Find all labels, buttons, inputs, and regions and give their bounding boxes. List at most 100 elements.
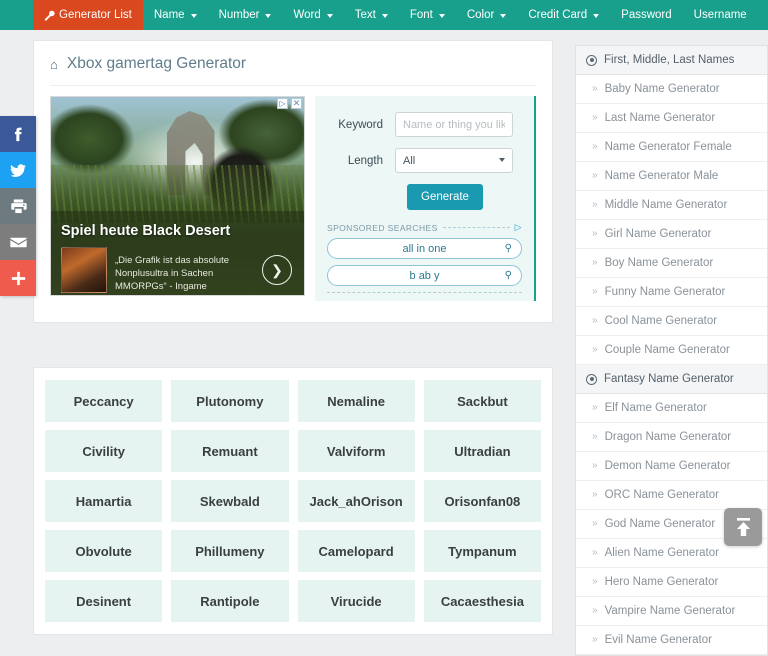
sponsored-divider	[442, 227, 510, 228]
nav-item-generator-list[interactable]: Generator List	[33, 0, 143, 30]
nav-item-username[interactable]: Username	[683, 0, 758, 30]
chevron-right-icon: »	[592, 431, 598, 442]
generate-button[interactable]: Generate	[407, 184, 483, 210]
nav-item-credit-card[interactable]: Credit Card	[517, 0, 610, 30]
result-tile[interactable]: Jack_ahOrison	[297, 480, 415, 522]
envelope-icon	[9, 237, 27, 247]
result-tile[interactable]: Plutonomy	[171, 380, 289, 422]
result-tile[interactable]: Virucide	[297, 580, 415, 622]
more-share-button[interactable]	[0, 260, 36, 296]
result-tile[interactable]: Obvolute	[45, 530, 163, 572]
result-tile[interactable]: Skewbald	[171, 480, 289, 522]
sidebar-item-label: Couple Name Generator	[604, 344, 730, 356]
scroll-to-top-button[interactable]	[724, 508, 762, 546]
print-button[interactable]	[0, 188, 36, 224]
sidebar-item-boy-name-generator[interactable]: » Boy Name Generator	[576, 249, 767, 278]
result-tile[interactable]: Hamartia	[45, 480, 163, 522]
generate-button-wrap: Generate	[327, 184, 522, 210]
sidebar-item-dragon-name-generator[interactable]: » Dragon Name Generator	[576, 423, 767, 452]
nav-item-label: Generator List	[59, 9, 132, 21]
sidebar-item-name-generator-male[interactable]: » Name Generator Male	[576, 162, 767, 191]
sidebar-item-evil-name-generator[interactable]: » Evil Name Generator	[576, 626, 767, 655]
sidebar-item-last-name-generator[interactable]: » Last Name Generator	[576, 104, 767, 133]
sidebar-item-hero-name-generator[interactable]: » Hero Name Generator	[576, 568, 767, 597]
nav-item-word[interactable]: Word	[282, 0, 343, 30]
adchoices-icon[interactable]: ▷	[277, 98, 288, 109]
nav-item-label: Credit Card	[528, 9, 588, 21]
sidebar-item-label: Cool Name Generator	[604, 315, 718, 327]
facebook-share-button[interactable]	[0, 116, 36, 152]
twitter-icon	[10, 163, 26, 177]
sidebar-item-label: Vampire Name Generator	[604, 605, 736, 617]
twitter-share-button[interactable]	[0, 152, 36, 188]
chevron-right-icon: »	[592, 170, 598, 181]
ad-headline: Spiel heute Black Desert	[61, 223, 231, 239]
sidebar-item-middle-name-generator[interactable]: » Middle Name Generator	[576, 191, 767, 220]
nav-item-text[interactable]: Text	[344, 0, 399, 30]
result-tile[interactable]: Sackbut	[423, 380, 541, 422]
result-tile[interactable]: Ultradian	[423, 430, 541, 472]
sidebar-item-couple-name-generator[interactable]: » Couple Name Generator	[576, 336, 767, 365]
nav-item-number[interactable]: Number	[208, 0, 283, 30]
keyword-field-row: Keyword	[327, 112, 522, 137]
chevron-right-icon: »	[592, 228, 598, 239]
sidebar-item-demon-name-generator[interactable]: » Demon Name Generator	[576, 452, 767, 481]
result-tile[interactable]: Rantipole	[171, 580, 289, 622]
sidebar-item-girl-name-generator[interactable]: » Girl Name Generator	[576, 220, 767, 249]
ad-and-form-row: ▷ ✕ Spiel heute Black Desert „Die Grafik…	[50, 86, 536, 301]
nav-item-font[interactable]: Font	[399, 0, 456, 30]
sidebar-item-label: Middle Name Generator	[604, 199, 728, 211]
sidebar-item-name-generator-female[interactable]: » Name Generator Female	[576, 133, 767, 162]
sponsored-search-item[interactable]: all in one ⚲	[327, 238, 522, 259]
result-tile[interactable]: Nemaline	[297, 380, 415, 422]
result-tile[interactable]: Civility	[45, 430, 163, 472]
length-field-row: Length	[327, 148, 522, 173]
sidebar-item-baby-name-generator[interactable]: » Baby Name Generator	[576, 75, 767, 104]
results-card: Peccancy Plutonomy Nemaline Sackbut Civility…	[33, 367, 553, 635]
result-tile[interactable]: Valviform	[297, 430, 415, 472]
nav-item-hashtag[interactable]: Hashtag	[758, 0, 768, 30]
nav-item-color[interactable]: Color	[456, 0, 517, 30]
sidebar-item-funny-name-generator[interactable]: » Funny Name Generator	[576, 278, 767, 307]
search-icon: ⚲	[504, 270, 512, 281]
sponsored-searches: SPONSORED SEARCHES ▷ all in one ⚲ b ab y ⚲	[327, 222, 522, 293]
email-share-button[interactable]	[0, 224, 36, 260]
sponsored-adchoices-icon[interactable]: ▷	[515, 222, 522, 233]
target-icon	[586, 373, 597, 385]
ad-next-arrow-icon[interactable]: ❯	[262, 255, 292, 285]
chevron-right-icon: »	[592, 344, 598, 355]
result-tile[interactable]: Peccancy	[45, 380, 163, 422]
ad-body-text: „Die Grafik ist das absolute Nonplusultr…	[115, 255, 230, 292]
result-tile[interactable]: Cacaesthesia	[423, 580, 541, 622]
advertisement-banner[interactable]: ▷ ✕ Spiel heute Black Desert „Die Grafik…	[50, 96, 305, 296]
ad-close-icon[interactable]: ✕	[291, 98, 302, 109]
result-tile[interactable]: Desinent	[45, 580, 163, 622]
sidebar-item-label: Hero Name Generator	[604, 576, 719, 588]
result-tile[interactable]: Tympanum	[423, 530, 541, 572]
chevron-right-icon: »	[592, 141, 598, 152]
nav-item-password[interactable]: Password	[610, 0, 683, 30]
result-tile[interactable]: Camelopard	[297, 530, 415, 572]
length-label: Length	[347, 154, 383, 167]
sidebar-item-label: Girl Name Generator	[604, 228, 712, 240]
result-tile[interactable]: Phillumeny	[171, 530, 289, 572]
sidebar-item-orc-name-generator[interactable]: » ORC Name Generator	[576, 481, 767, 510]
sponsored-search-item[interactable]: b ab y ⚲	[327, 265, 522, 286]
arrow-up-to-bar-icon	[736, 518, 750, 536]
result-tile[interactable]: Orisonfan08	[423, 480, 541, 522]
sidebar-item-cool-name-generator[interactable]: » Cool Name Generator	[576, 307, 767, 336]
chevron-down-icon	[438, 14, 445, 18]
result-tile[interactable]: Remuant	[171, 430, 289, 472]
chevron-right-icon: »	[592, 518, 598, 529]
nav-item-name[interactable]: Name	[143, 0, 208, 30]
keyword-input[interactable]	[395, 112, 513, 137]
sidebar-section-header[interactable]: Fantasy Name Generator	[576, 365, 767, 394]
length-select[interactable]	[395, 148, 513, 173]
ad-badges: ▷ ✕	[277, 98, 302, 109]
sponsored-search-label: b ab y	[409, 269, 440, 282]
sidebar-item-label: Dragon Name Generator	[604, 431, 732, 443]
sidebar-item-elf-name-generator[interactable]: » Elf Name Generator	[576, 394, 767, 423]
sidebar-item-vampire-name-generator[interactable]: » Vampire Name Generator	[576, 597, 767, 626]
right-sidebar: First, Middle, Last Names » Baby Name Gene…	[575, 45, 768, 656]
sidebar-section-header[interactable]: First, Middle, Last Names	[576, 46, 767, 75]
